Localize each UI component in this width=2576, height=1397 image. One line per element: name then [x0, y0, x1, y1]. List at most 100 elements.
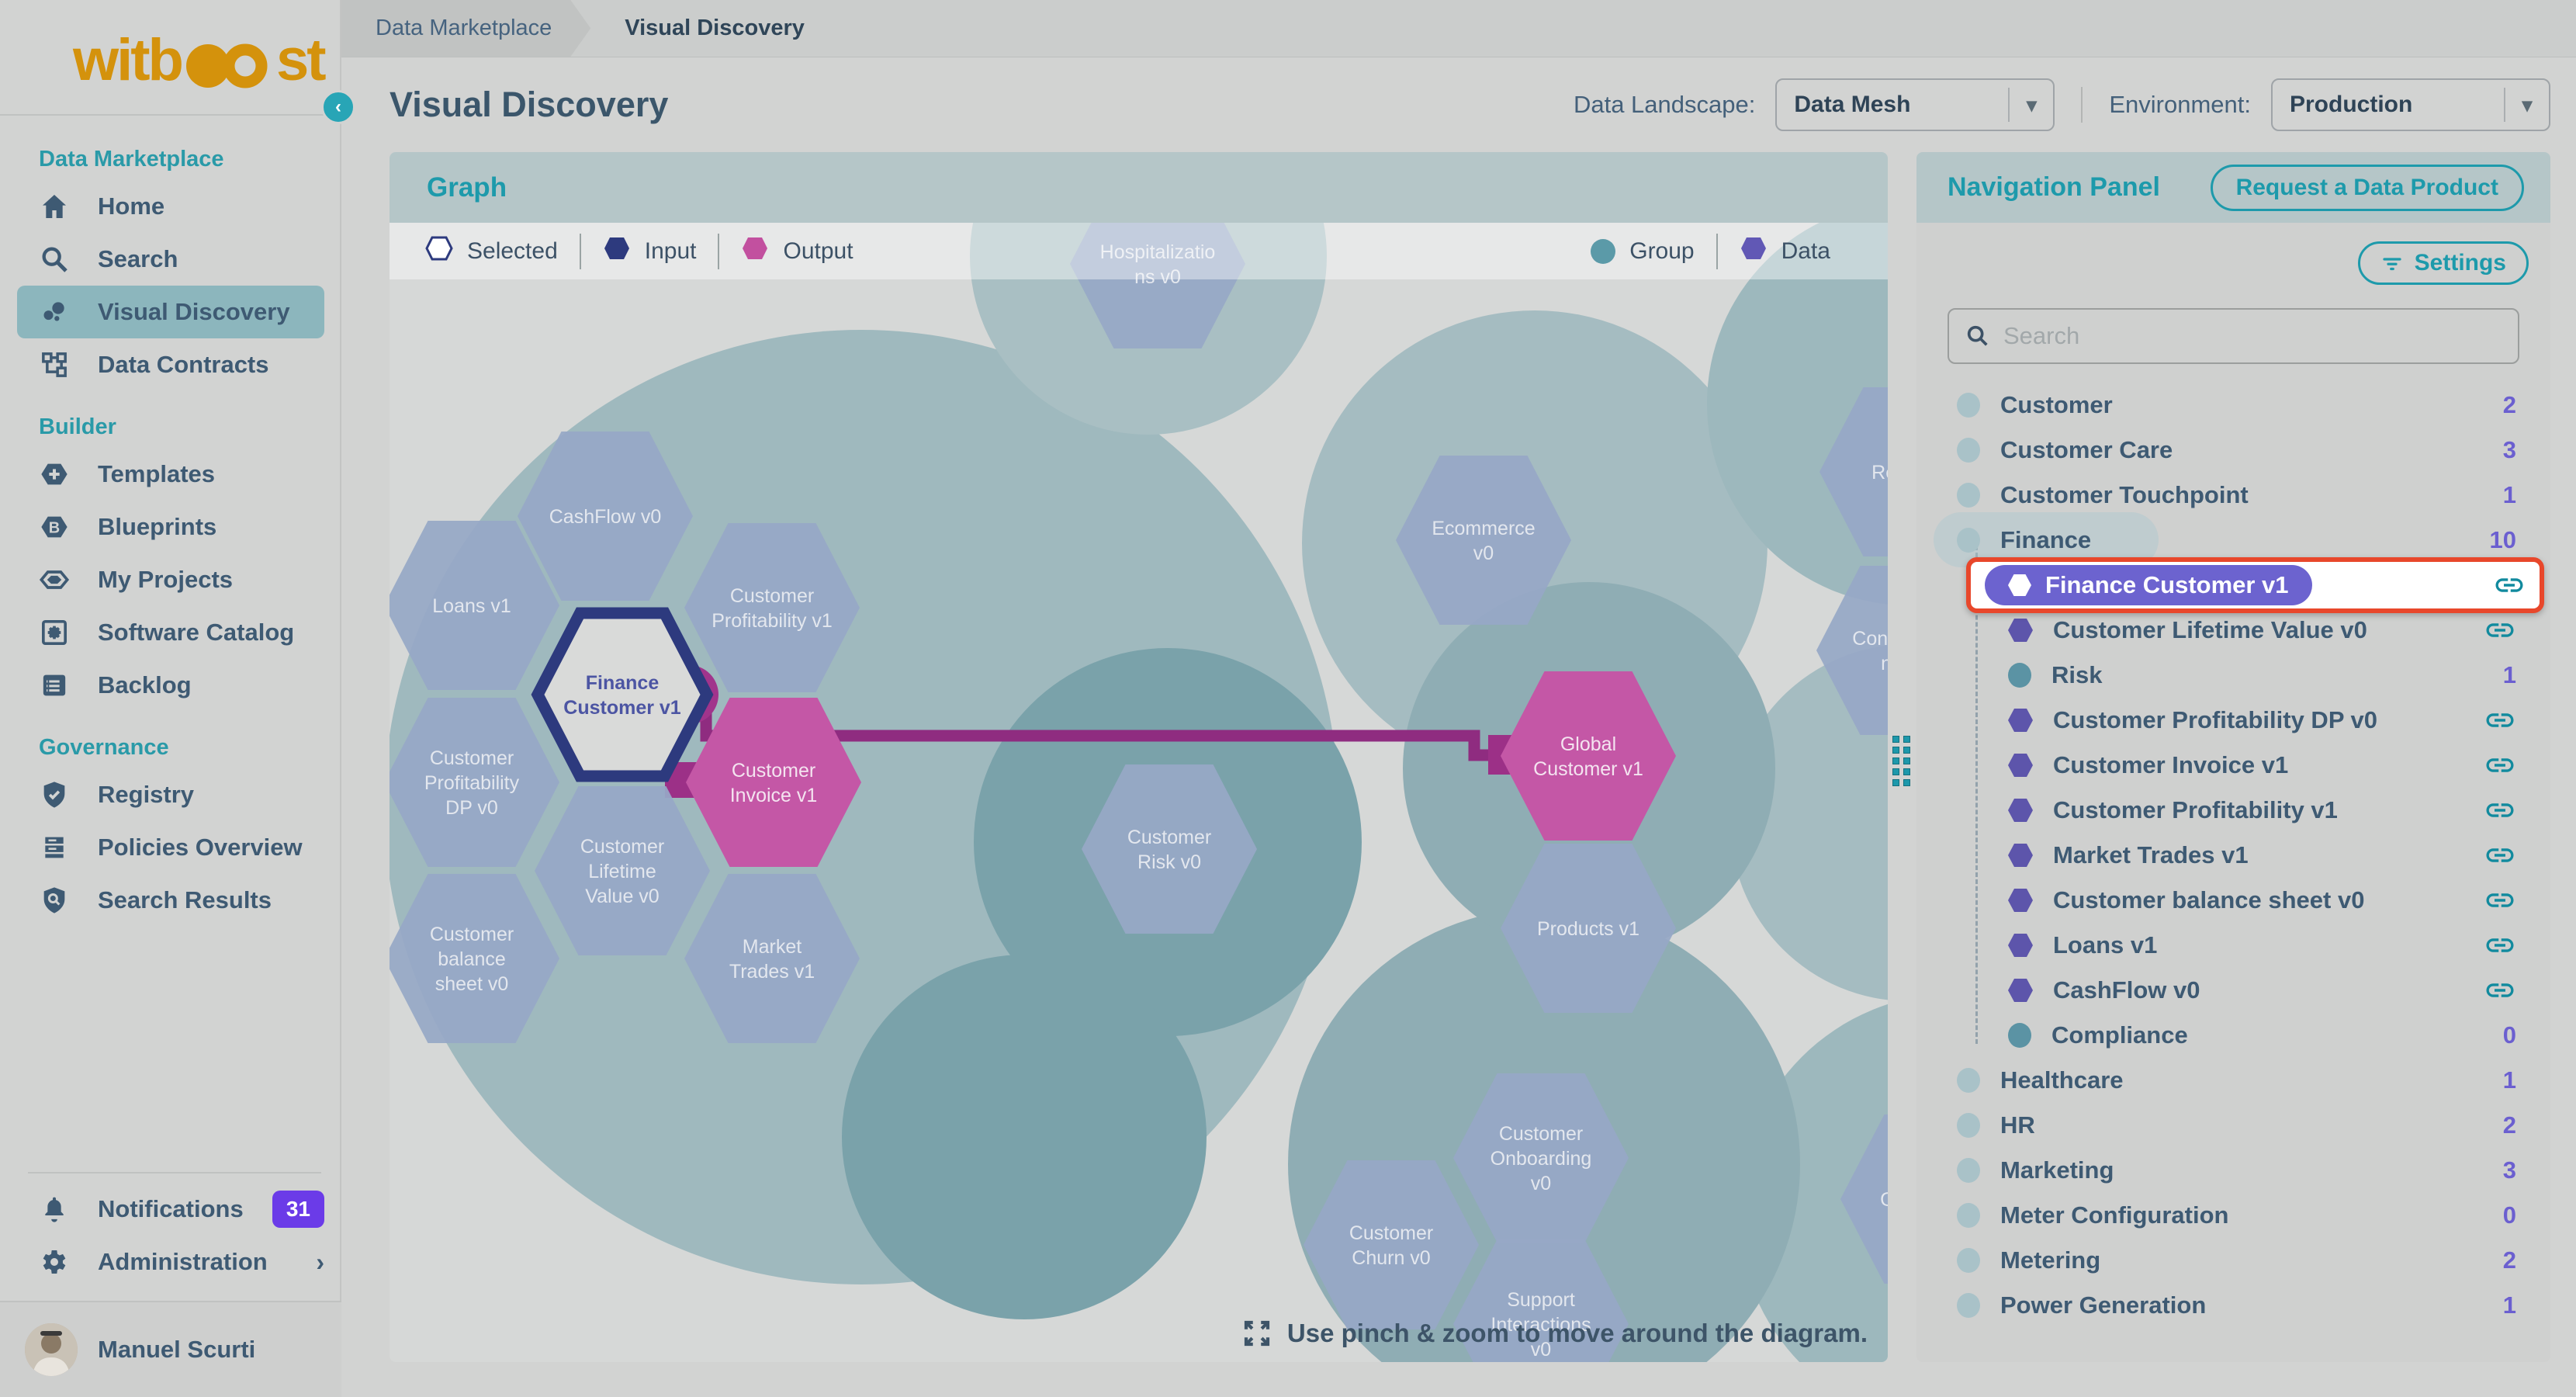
sidebar-footer: Notifications31Administration› — [0, 1172, 341, 1288]
nav-item-metering[interactable]: Metering2 — [1916, 1238, 2550, 1283]
nav-item-list: Customer2Customer Care3Customer Touchpoi… — [1916, 383, 2550, 1328]
link-icon[interactable] — [2484, 749, 2516, 782]
sidebar-item-home[interactable]: Home — [17, 180, 324, 233]
nav-item-label: Customer — [2000, 391, 2113, 419]
sidebar-item-administration[interactable]: Administration› — [17, 1236, 324, 1288]
nav-item-count: 1 — [2503, 661, 2516, 689]
graph-node-finance-customer-v1[interactable] — [538, 613, 707, 776]
sidebar-nav: Data MarketplaceHomeSearchVisual Discove… — [0, 116, 341, 1172]
nav-item-right — [2484, 929, 2516, 962]
nav-item-right — [2484, 704, 2516, 737]
chevron-right-icon: › — [316, 1248, 324, 1277]
svg-text:B: B — [49, 520, 60, 537]
nav-item-market-trades-v1[interactable]: Market Trades v1 — [1916, 833, 2550, 878]
data-landscape-select[interactable]: Data Mesh ▾ — [1775, 78, 2055, 131]
nav-item-customer-lifetime-value-v0[interactable]: Customer Lifetime Value v0 — [1916, 608, 2550, 653]
breadcrumb-item-data-marketplace[interactable]: Data Marketplace — [341, 0, 590, 57]
panel-resize-handle[interactable] — [1892, 736, 1910, 786]
nav-item-right: 2 — [2503, 1111, 2516, 1139]
nav-item-customer-profitability-dp-v0[interactable]: Customer Profitability DP v0 — [1916, 698, 2550, 743]
link-icon[interactable] — [2484, 929, 2516, 962]
graph-panel-header: Graph — [390, 152, 1888, 223]
domain-dot-icon — [1957, 1068, 1980, 1093]
sidebar-item-notifications[interactable]: Notifications31 — [17, 1183, 324, 1236]
search-icon — [39, 244, 70, 275]
nav-item-customer-balance-sheet-v0[interactable]: Customer balance sheet v0 — [1916, 878, 2550, 923]
link-icon[interactable] — [2484, 704, 2516, 737]
nav-item-right — [2484, 614, 2516, 647]
data-hexagon-icon — [2008, 979, 2033, 1002]
nav-item-label: Customer Touchpoint — [2000, 481, 2249, 509]
avatar — [25, 1323, 78, 1376]
sidebar-item-templates[interactable]: Templates — [17, 448, 324, 501]
group-circle[interactable] — [842, 955, 1207, 1319]
sidebar-item-blueprints[interactable]: BBlueprints — [17, 501, 324, 553]
sidebar-item-visual-discovery[interactable]: Visual Discovery — [17, 286, 324, 338]
selected-item-box[interactable]: Finance Customer v1 — [1966, 557, 2544, 613]
sidebar-item-backlog[interactable]: Backlog — [17, 659, 324, 712]
nav-item-risk[interactable]: Risk1 — [1916, 653, 2550, 698]
nav-item-customer[interactable]: Customer 2 — [1916, 383, 2550, 428]
nav-item-hr[interactable]: HR 2 — [1916, 1103, 2550, 1148]
nav-item-customer-invoice-v1[interactable]: Customer Invoice v1 — [1916, 743, 2550, 788]
link-icon[interactable] — [2493, 569, 2526, 601]
nav-item-power-generation[interactable]: Power Generation1 — [1916, 1283, 2550, 1328]
request-data-product-button[interactable]: Request a Data Product — [2211, 165, 2524, 211]
user-name: Manuel Scurti — [98, 1336, 255, 1364]
nav-item-count: 1 — [2503, 1066, 2516, 1094]
graph-canvas[interactable]: CashFlow v0Loans v1CustomerProfitability… — [390, 152, 1888, 1362]
sidebar-item-search-results[interactable]: Search Results — [17, 874, 324, 927]
nav-item-count: 2 — [2503, 391, 2516, 419]
breadcrumb-item-visual-discovery: Visual Discovery — [625, 16, 805, 41]
domain-dot-icon — [1957, 483, 1980, 508]
sidebar-collapse-button[interactable]: ‹ — [321, 90, 355, 124]
navigation-panel: Navigation Panel Request a Data Product … — [1916, 152, 2550, 1362]
search-input[interactable] — [2003, 322, 2502, 350]
search-results-icon — [39, 885, 70, 916]
group-dot-icon — [2008, 1023, 2031, 1048]
nav-item-cashflow-v0[interactable]: CashFlow v0 — [1916, 968, 2550, 1013]
logo-text-left: witb — [73, 26, 182, 94]
nav-item-count: 10 — [2490, 526, 2516, 554]
link-icon[interactable] — [2484, 794, 2516, 827]
sidebar-item-software-catalog[interactable]: Software Catalog — [17, 606, 324, 659]
nav-item-meter-configuration[interactable]: Meter Configuration0 — [1916, 1193, 2550, 1238]
policies-overview-icon — [39, 832, 70, 863]
nav-item-healthcare[interactable]: Healthcare1 — [1916, 1058, 2550, 1103]
domain-dot-icon — [1957, 438, 1980, 463]
legend-label: Input — [645, 238, 697, 265]
domain-dot-icon — [1957, 1203, 1980, 1228]
user-profile[interactable]: Manuel Scurti — [0, 1301, 341, 1397]
nav-item-loans-v1[interactable]: Loans v1 — [1916, 923, 2550, 968]
software-catalog-icon — [39, 617, 70, 648]
breadcrumb: Data Marketplace Visual Discovery — [341, 0, 2576, 57]
sidebar-item-policies-overview[interactable]: Policies Overview — [17, 821, 324, 874]
nav-item-label: HR — [2000, 1111, 2035, 1139]
nav-item-customer-touchpoint[interactable]: Customer Touchpoint1 — [1916, 473, 2550, 518]
legend-swatch-icon — [425, 236, 453, 267]
sidebar-item-search[interactable]: Search — [17, 233, 324, 286]
nav-item-marketing[interactable]: Marketing3 — [1916, 1148, 2550, 1193]
nav-item-label: Finance — [2000, 526, 2091, 554]
sidebar-item-my-projects[interactable]: My Projects — [17, 553, 324, 606]
nav-item-customer-profitability-v1[interactable]: Customer Profitability v1 — [1916, 788, 2550, 833]
visual-discovery-icon — [39, 296, 70, 328]
link-icon[interactable] — [2484, 884, 2516, 917]
witboost-logo: witb st — [0, 0, 341, 94]
sidebar-item-registry[interactable]: Registry — [17, 768, 324, 821]
settings-button[interactable]: Settings — [2358, 241, 2529, 285]
nav-item-customer-care[interactable]: Customer Care3 — [1916, 428, 2550, 473]
link-icon[interactable] — [2484, 614, 2516, 647]
nav-item-label: Customer Lifetime Value v0 — [2053, 616, 2367, 644]
nav-item-right: 3 — [2503, 436, 2516, 464]
link-icon[interactable] — [2484, 839, 2516, 872]
nav-item-compliance[interactable]: Compliance0 — [1916, 1013, 2550, 1058]
sidebar-item-data-contracts[interactable]: Data Contracts — [17, 338, 324, 391]
chevron-down-icon: ▾ — [2010, 93, 2053, 117]
nav-item-finance-customer-v1[interactable]: Finance Customer v1 — [1916, 563, 2550, 608]
data-landscape-value: Data Mesh — [1794, 92, 1910, 118]
nav-item-right: 1 — [2503, 1066, 2516, 1094]
nav-item-finance[interactable]: Finance 10 — [1916, 518, 2550, 563]
environment-select[interactable]: Production ▾ — [2271, 78, 2550, 131]
link-icon[interactable] — [2484, 974, 2516, 1007]
